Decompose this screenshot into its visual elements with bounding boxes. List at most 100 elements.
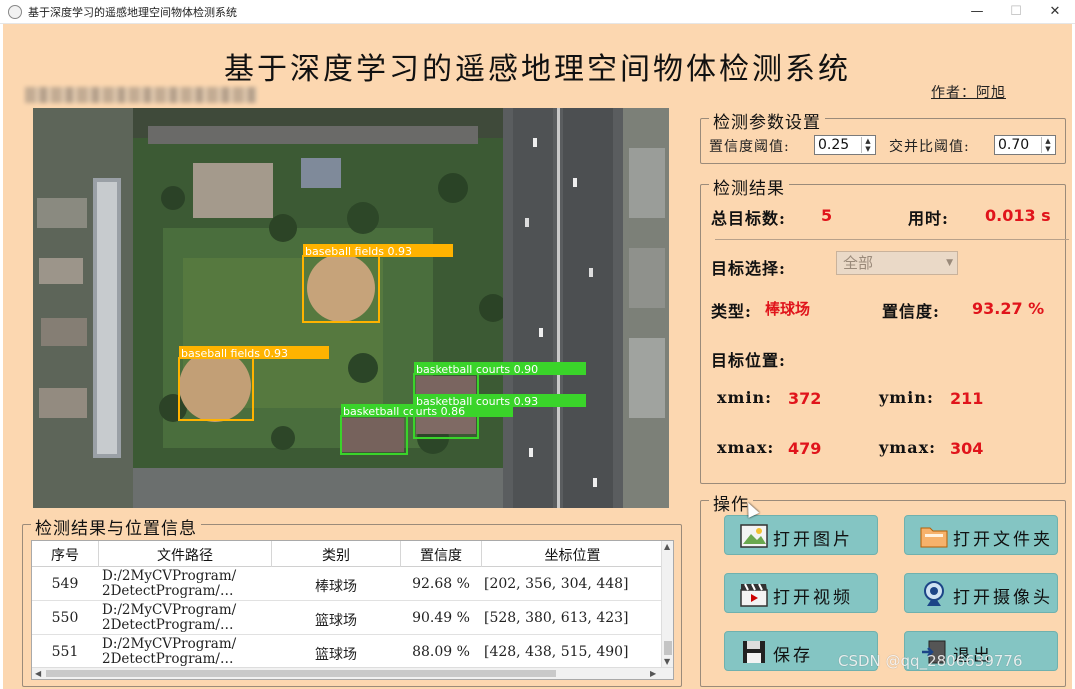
iou-threshold-label: 交并比阈值: xyxy=(889,139,970,155)
cell-path: D:/2MyCVProgram/2DetectProgram/… xyxy=(102,603,236,633)
results-table[interactable]: 序号 文件路径 类别 置信度 坐标位置 549 D:/2MyCVProgram/… xyxy=(31,540,674,680)
spin-up-icon[interactable]: ▲ xyxy=(1042,137,1054,145)
params-group-title: 检测参数设置 xyxy=(709,108,825,133)
table-group-title: 检测结果与位置信息 xyxy=(31,514,201,539)
target-select-dropdown[interactable]: 全部 ▼ xyxy=(836,251,958,275)
open-folder-button[interactable]: 打开文件夹 xyxy=(904,515,1058,555)
iou-threshold-value: 0.70 xyxy=(998,137,1030,153)
app-icon xyxy=(8,5,22,19)
xmin-value: 372 xyxy=(788,389,822,408)
xmax-value: 479 xyxy=(788,439,822,458)
total-targets-label: 总目标数: xyxy=(711,209,786,228)
maximize-button[interactable]: ☐ xyxy=(997,2,1035,22)
close-button[interactable]: ✕ xyxy=(1036,2,1074,22)
cell-class: 篮球场 xyxy=(315,613,357,629)
open-video-label: 打开视频 xyxy=(773,588,853,608)
cell-bbox: [428, 438, 515, 490] xyxy=(484,644,629,660)
conf-threshold-value: 0.25 xyxy=(818,137,850,153)
col-header-path[interactable]: 文件路径 xyxy=(99,545,271,565)
scroll-thumb[interactable] xyxy=(46,670,556,677)
spin-down-icon[interactable]: ▼ xyxy=(862,145,874,153)
target-position-label: 目标位置: xyxy=(711,351,786,370)
table-header: 序号 文件路径 类别 置信度 坐标位置 xyxy=(32,541,663,567)
iou-threshold-spinbox[interactable]: 0.70 ▲ ▼ xyxy=(994,135,1056,155)
cell-bbox: [528, 380, 613, 423] xyxy=(484,610,629,626)
cell-id: 549 xyxy=(51,576,79,592)
cell-id: 550 xyxy=(51,610,79,626)
scroll-left-icon[interactable]: ◀ xyxy=(35,669,41,678)
window-titlebar: 基于深度学习的遥感地理空间物体检测系统 — ☐ ✕ xyxy=(0,0,1075,24)
page-title: 基于深度学习的遥感地理空间物体检测系统 xyxy=(224,52,851,87)
window-title: 基于深度学习的遥感地理空间物体检测系统 xyxy=(28,6,237,19)
xmin-label: xmin: xyxy=(717,388,773,407)
detection-image-view: baseball fields 0.93 baseball fields 0.9… xyxy=(33,108,669,508)
vertical-scrollbar[interactable]: ▲ ▼ xyxy=(661,541,673,669)
target-select-label: 目标选择: xyxy=(711,259,786,278)
col-header-bbox[interactable]: 坐标位置 xyxy=(482,545,663,565)
ymin-label: ymin: xyxy=(879,388,934,407)
type-value: 棒球场 xyxy=(765,300,811,318)
open-image-button[interactable]: 打开图片 xyxy=(724,515,878,555)
open-video-button[interactable]: 打开视频 xyxy=(724,573,878,613)
cell-bbox: [202, 356, 304, 448] xyxy=(484,576,629,592)
author-label: 作者：阿旭 xyxy=(931,85,1006,101)
cell-confidence: 88.09 % xyxy=(412,644,470,660)
conf-threshold-label: 置信度阈值: xyxy=(709,139,790,155)
open-camera-label: 打开摄像头 xyxy=(953,588,1053,608)
col-header-class[interactable]: 类别 xyxy=(272,545,400,565)
chevron-down-icon: ▼ xyxy=(946,258,953,268)
spin-up-icon[interactable]: ▲ xyxy=(862,137,874,145)
time-label: 用时: xyxy=(908,209,949,228)
detection-label: baseball fields 0.93 xyxy=(305,245,412,258)
cell-class: 棒球场 xyxy=(315,579,357,595)
detection-label: basketball courts 0.90 xyxy=(416,363,538,376)
time-value: 0.013 s xyxy=(985,206,1051,225)
ymax-value: 304 xyxy=(950,439,984,458)
scroll-right-icon[interactable]: ▶ xyxy=(650,669,656,678)
scroll-down-icon[interactable]: ▼ xyxy=(664,657,670,666)
cell-path-line1: D:/2MyCVProgram/ xyxy=(102,568,237,584)
open-folder-label: 打开文件夹 xyxy=(953,530,1053,550)
image-icon xyxy=(740,524,768,548)
cell-class: 篮球场 xyxy=(315,647,357,663)
cell-path-line2: 2DetectProgram/… xyxy=(102,617,234,633)
blurred-path-text xyxy=(25,87,257,103)
cell-id: 551 xyxy=(51,644,79,660)
confidence-value: 93.27 % xyxy=(972,299,1045,318)
table-row[interactable]: 551 D:/2MyCVProgram/2DetectProgram/… 篮球场… xyxy=(32,636,663,669)
ymax-label: ymax: xyxy=(879,438,937,457)
cell-path-line2: 2DetectProgram/… xyxy=(102,651,234,667)
conf-threshold-spinbox[interactable]: 0.25 ▲ ▼ xyxy=(814,135,876,155)
results-group-title: 检测结果 xyxy=(709,174,789,199)
table-row[interactable]: 550 D:/2MyCVProgram/2DetectProgram/… 篮球场… xyxy=(32,602,663,635)
detection-label: baseball fields 0.93 xyxy=(181,347,288,360)
scroll-up-icon[interactable]: ▲ xyxy=(664,542,670,551)
cell-path: D:/2MyCVProgram/2DetectProgram/… xyxy=(102,637,236,667)
cell-path-line1: D:/2MyCVProgram/ xyxy=(102,602,237,618)
aerial-image: baseball fields 0.93 baseball fields 0.9… xyxy=(33,108,669,508)
floppy-disk-icon xyxy=(743,641,765,663)
cell-path-line1: D:/2MyCVProgram/ xyxy=(102,636,237,652)
watermark: CSDN @qq_2806639776 xyxy=(838,652,1023,670)
results-divider xyxy=(715,239,1069,240)
col-header-id[interactable]: 序号 xyxy=(32,545,98,565)
minimize-button[interactable]: — xyxy=(958,2,996,22)
horizontal-scrollbar[interactable]: ◀ ▶ xyxy=(32,667,673,679)
cell-path: D:/2MyCVProgram/2DetectProgram/… xyxy=(102,569,236,599)
webcam-icon xyxy=(924,581,944,606)
open-camera-button[interactable]: 打开摄像头 xyxy=(904,573,1058,613)
col-header-confidence[interactable]: 置信度 xyxy=(401,545,481,565)
open-image-label: 打开图片 xyxy=(773,530,853,550)
total-targets-value: 5 xyxy=(821,206,833,225)
confidence-label: 置信度: xyxy=(882,302,940,321)
type-label: 类型: xyxy=(711,302,752,321)
spin-arrows[interactable]: ▲ ▼ xyxy=(861,137,874,153)
table-row[interactable]: 549 D:/2MyCVProgram/2DetectProgram/… 棒球场… xyxy=(32,568,663,601)
spin-arrows[interactable]: ▲ ▼ xyxy=(1041,137,1054,153)
target-select-value: 全部 xyxy=(843,254,874,272)
scroll-thumb[interactable] xyxy=(664,641,672,655)
save-label: 保存 xyxy=(773,646,813,666)
spin-down-icon[interactable]: ▼ xyxy=(1042,145,1054,153)
ymin-value: 211 xyxy=(950,389,984,408)
cell-confidence: 92.68 % xyxy=(412,576,470,592)
